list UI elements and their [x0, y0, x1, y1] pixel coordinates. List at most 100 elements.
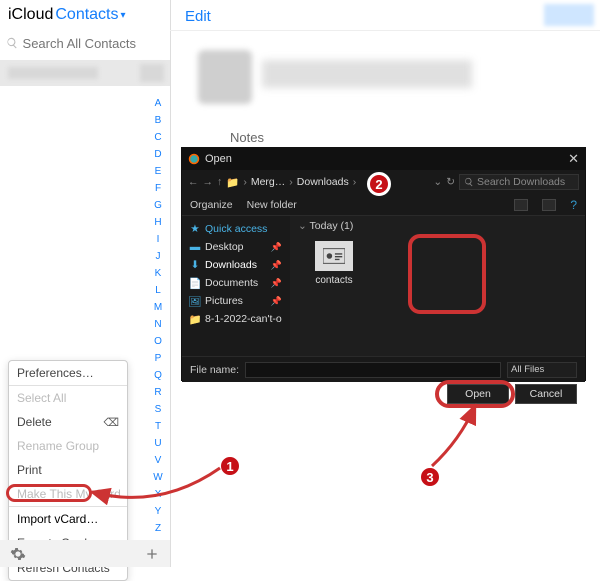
chevron-down-icon[interactable]: ⌄ — [433, 176, 442, 188]
contact-badge-blurred — [140, 64, 164, 82]
alpha-H[interactable]: H — [154, 214, 161, 231]
organize-menu[interactable]: Organize — [190, 199, 233, 211]
icloud-label: iCloud — [8, 6, 53, 24]
search-icon — [464, 177, 474, 187]
icloud-header: iCloud Contacts ▾ — [0, 0, 170, 30]
alpha-J[interactable]: J — [156, 248, 161, 265]
file-contacts[interactable]: contacts — [298, 236, 370, 291]
alpha-L[interactable]: L — [155, 282, 161, 299]
menu-print[interactable]: Print — [9, 458, 127, 482]
new-folder-button[interactable]: New folder — [247, 199, 297, 211]
menu-delete[interactable]: Delete ⌫ — [9, 410, 127, 434]
alpha-G[interactable]: G — [154, 197, 162, 214]
dialog-sidebar: ★Quick access ▬Desktop📌 ⬇Downloads📌 📄Doc… — [182, 216, 290, 356]
chevron-down-icon[interactable]: ▾ — [121, 10, 126, 21]
alpha-index[interactable]: ABCDEFGHIJKLMNOPQRSTUVWXYZ# — [150, 95, 166, 554]
alpha-S[interactable]: S — [155, 401, 162, 418]
open-button[interactable]: Open — [447, 384, 509, 404]
gear-icon[interactable] — [10, 546, 26, 562]
open-dialog-icon — [188, 153, 200, 165]
dialog-search[interactable]: Search Downloads — [459, 174, 579, 190]
alpha-A[interactable]: A — [155, 95, 162, 112]
alpha-B[interactable]: B — [155, 112, 162, 129]
view-mode-icon[interactable] — [514, 199, 528, 211]
group-today-label: Today (1) — [310, 220, 354, 232]
sidebar-downloads[interactable]: ⬇Downloads📌 — [182, 256, 290, 274]
dialog-file-area: ⌄ Today (1) contacts — [290, 216, 585, 356]
backspace-icon: ⌫ — [103, 416, 119, 429]
vcard-file-icon — [315, 241, 353, 271]
highlight-ring-file — [408, 234, 486, 314]
alpha-D[interactable]: D — [154, 146, 161, 163]
dialog-title: Open — [205, 153, 232, 165]
alpha-O[interactable]: O — [154, 333, 162, 350]
dialog-toolbar: Organize New folder ? — [182, 194, 585, 216]
dialog-footer: File name: All Files — [182, 356, 585, 382]
nav-up-icon[interactable]: ↑ — [217, 176, 222, 188]
alpha-N[interactable]: N — [154, 316, 161, 333]
file-type-filter[interactable]: All Files — [507, 362, 577, 378]
contact-name-blurred — [8, 67, 98, 79]
contact-avatar — [198, 50, 252, 104]
alpha-I[interactable]: I — [157, 231, 160, 248]
step-badge-1: 1 — [218, 454, 242, 478]
search-input[interactable] — [23, 36, 164, 51]
crumb-1[interactable]: Merg… — [251, 176, 285, 188]
alpha-R[interactable]: R — [154, 384, 161, 401]
cancel-button[interactable]: Cancel — [515, 384, 577, 404]
file-name-label: File name: — [190, 364, 239, 376]
alpha-Q[interactable]: Q — [154, 367, 162, 384]
sidebar-recent-folder[interactable]: 📁8-1-2022-can't-o — [182, 310, 290, 328]
sidebar-quick-access[interactable]: ★Quick access — [182, 220, 290, 238]
alpha-P[interactable]: P — [155, 350, 162, 367]
folder-icon: 📁 — [226, 176, 239, 189]
sidebar-pictures[interactable]: 🖼Pictures📌 — [182, 292, 290, 310]
step-badge-2: 2 — [367, 172, 391, 196]
notes-label: Notes — [230, 130, 264, 145]
search-row — [0, 30, 170, 56]
bottom-toolbar — [0, 540, 170, 567]
alpha-Y[interactable]: Y — [155, 503, 162, 520]
sidebar-desktop[interactable]: ▬Desktop📌 — [182, 238, 290, 256]
alpha-U[interactable]: U — [154, 435, 161, 452]
menu-delete-label: Delete — [17, 415, 52, 429]
alpha-W[interactable]: W — [153, 469, 162, 486]
chevron-down-icon[interactable]: ⌄ — [298, 220, 307, 232]
contacts-dropdown[interactable]: Contacts — [55, 6, 118, 24]
crumb-2[interactable]: Downloads — [297, 176, 349, 188]
alpha-K[interactable]: K — [155, 265, 162, 282]
menu-import-vcard[interactable]: Import vCard… — [9, 507, 127, 531]
alpha-F[interactable]: F — [155, 180, 161, 197]
alpha-Z[interactable]: Z — [155, 520, 161, 537]
alpha-E[interactable]: E — [155, 163, 162, 180]
account-menu-blurred[interactable] — [544, 4, 594, 26]
file-label: contacts — [315, 275, 352, 286]
menu-rename-group: Rename Group — [9, 434, 127, 458]
preview-pane-icon[interactable] — [542, 199, 556, 211]
refresh-icon[interactable]: ↻ — [446, 176, 455, 188]
sidebar-separator — [170, 0, 171, 567]
step-badge-3: 3 — [418, 465, 442, 489]
menu-select-all: Select All — [9, 386, 127, 410]
alpha-C[interactable]: C — [154, 129, 161, 146]
plus-icon[interactable] — [144, 546, 160, 562]
close-icon[interactable]: ✕ — [568, 151, 579, 167]
nav-back-icon[interactable]: ← — [188, 176, 199, 188]
alpha-T[interactable]: T — [155, 418, 161, 435]
search-icon — [6, 36, 19, 50]
nav-forward-icon[interactable]: → — [203, 176, 214, 188]
alpha-M[interactable]: M — [154, 299, 162, 316]
sidebar-documents[interactable]: 📄Documents📌 — [182, 274, 290, 292]
header-separator — [170, 30, 600, 31]
dialog-search-placeholder: Search Downloads — [477, 176, 565, 188]
menu-make-my-card: Make This My Card — [9, 482, 127, 506]
menu-preferences[interactable]: Preferences… — [9, 361, 127, 385]
help-icon[interactable]: ? — [570, 198, 577, 212]
file-name-input[interactable] — [245, 362, 501, 378]
alpha-V[interactable]: V — [155, 452, 162, 469]
contact-name-large-blurred — [262, 60, 472, 88]
dialog-titlebar: Open ✕ — [182, 148, 585, 170]
alpha-X[interactable]: X — [155, 486, 162, 503]
edit-button[interactable]: Edit — [185, 8, 211, 25]
contact-list-row[interactable] — [0, 60, 170, 86]
